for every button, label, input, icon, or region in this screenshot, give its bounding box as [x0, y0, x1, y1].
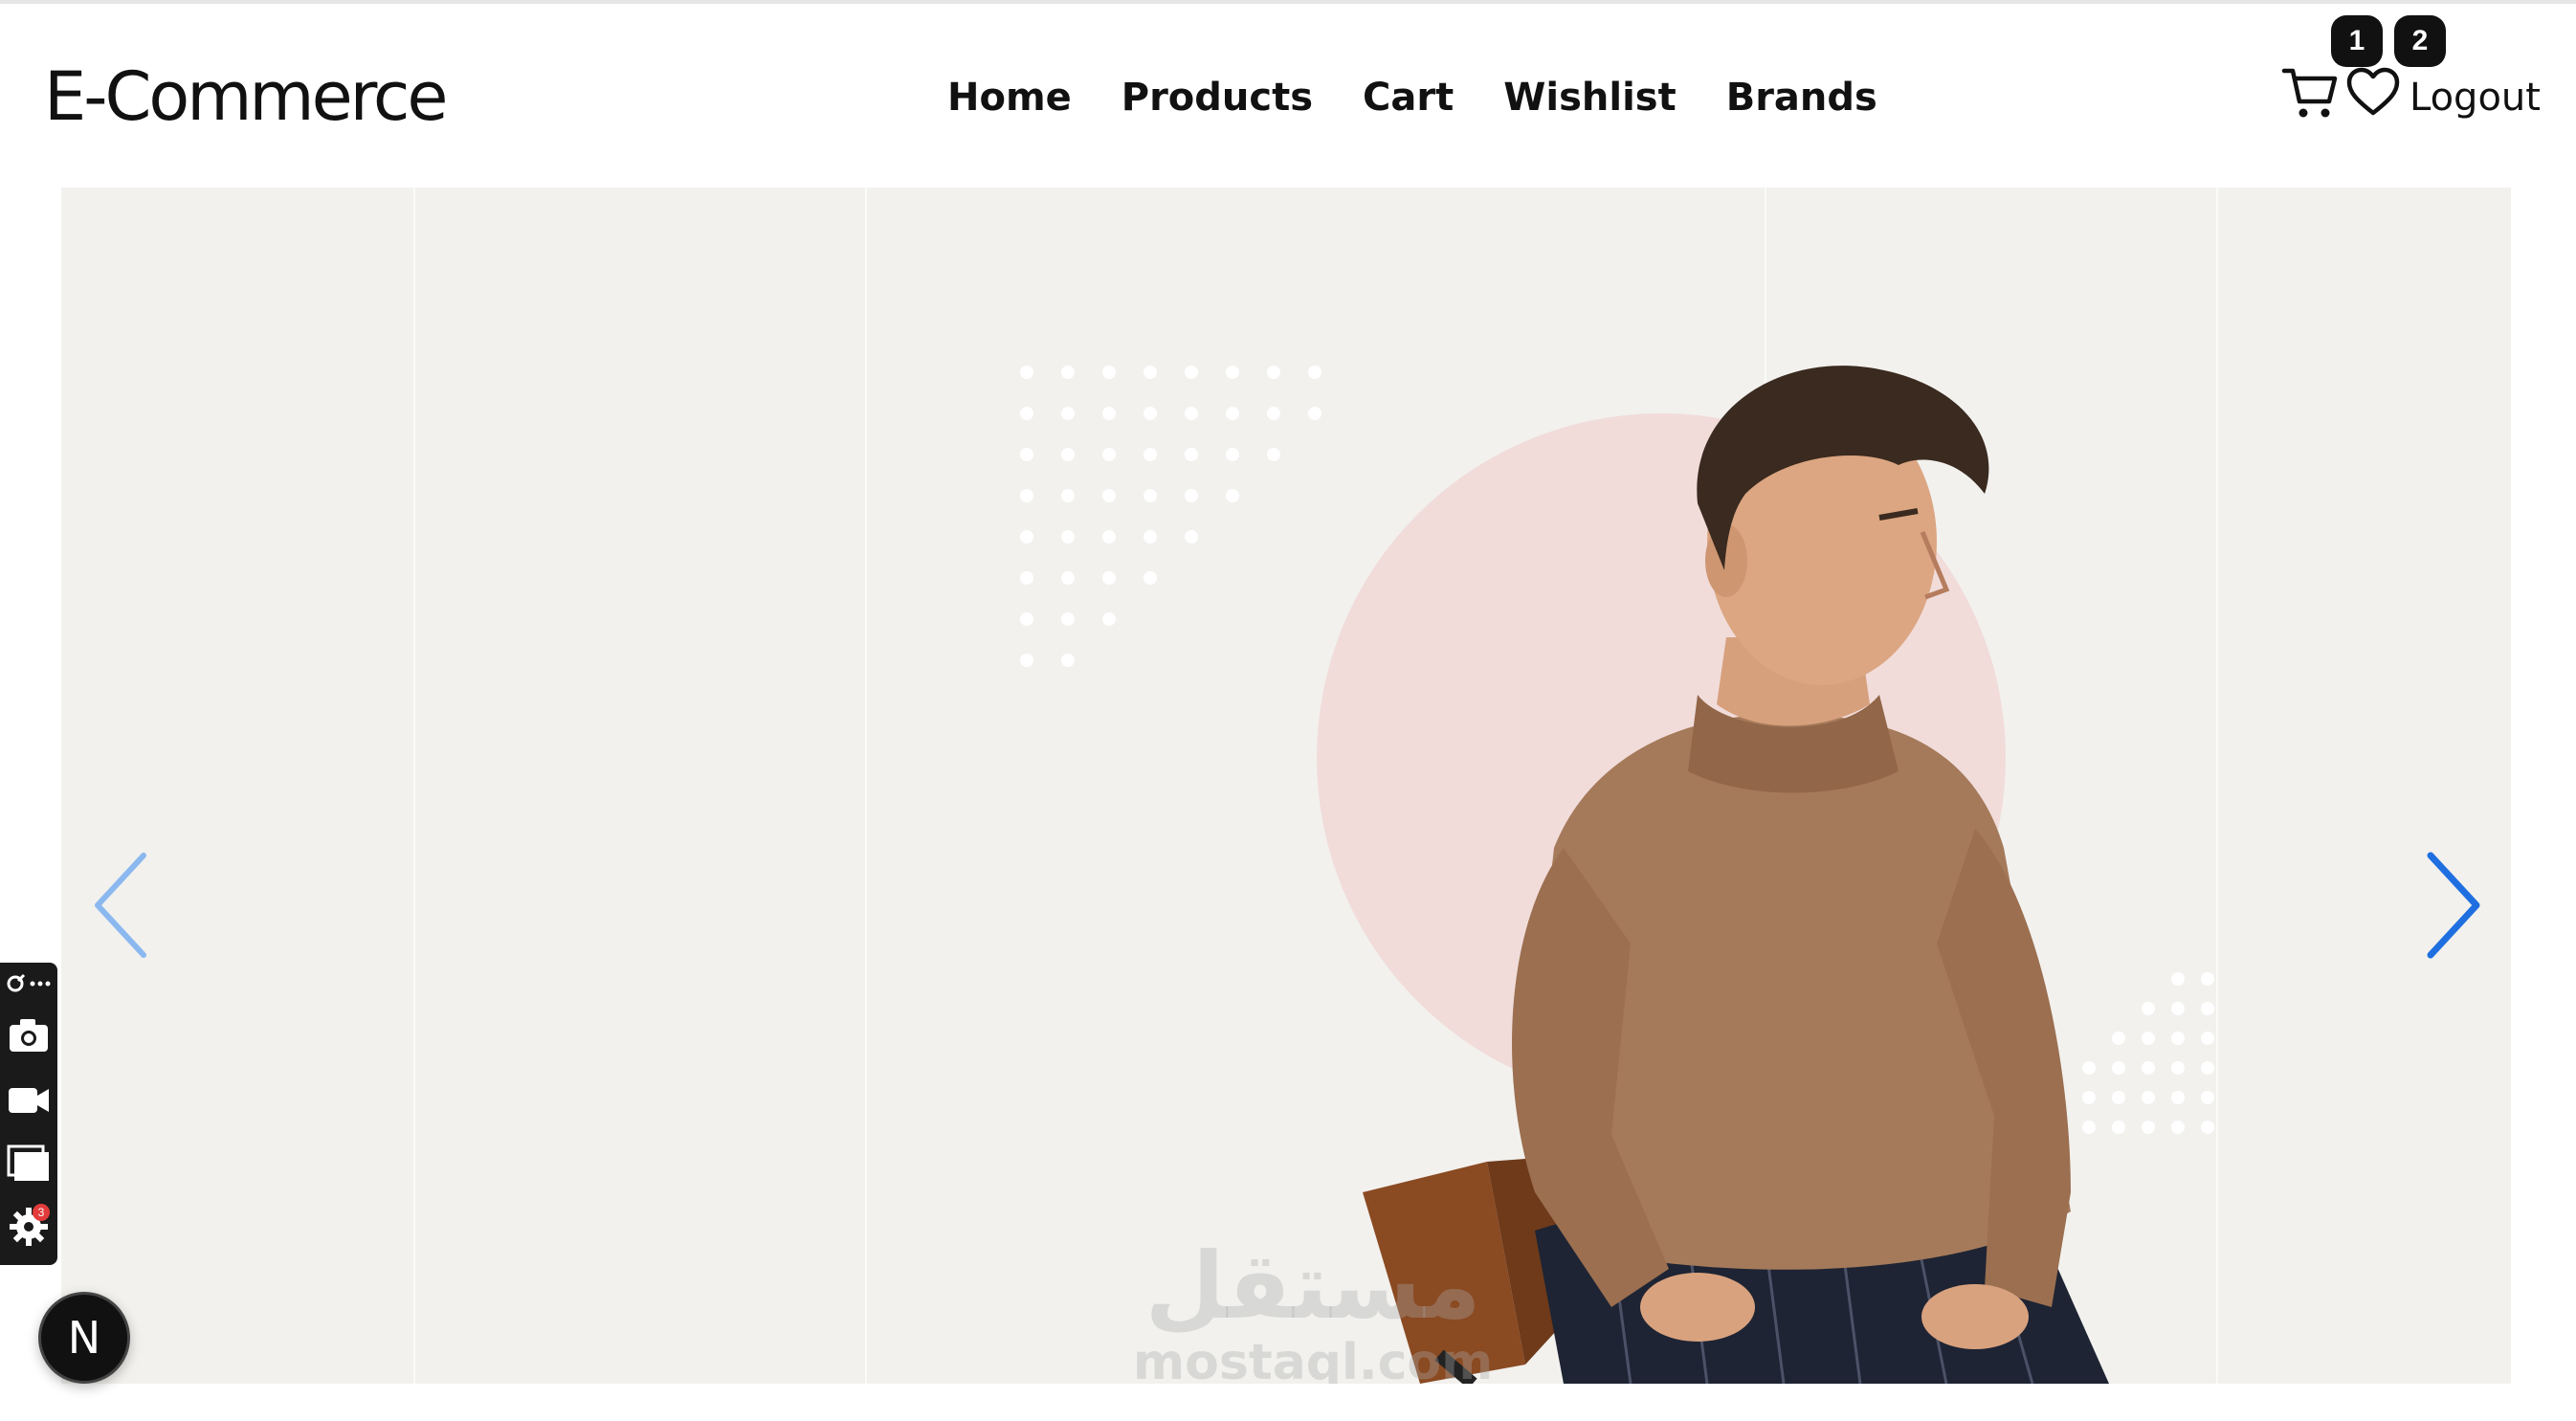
- pattern-dot: [1061, 366, 1075, 379]
- pattern-dot: [1061, 489, 1075, 502]
- nav-link-home[interactable]: Home: [947, 78, 1072, 117]
- devtools-toolbar: 3: [0, 963, 57, 1265]
- hero-model-image: [1363, 366, 2109, 1384]
- pattern-dot: [1226, 448, 1239, 461]
- nav-link-brands[interactable]: Brands: [1726, 78, 1877, 117]
- video-camera-icon: [9, 1088, 49, 1113]
- pattern-dot: [1185, 407, 1198, 420]
- screenshot-button[interactable]: [6, 1012, 52, 1058]
- pattern-dot: [1020, 489, 1033, 502]
- record-button[interactable]: [6, 1077, 52, 1123]
- pattern-dot: [1185, 448, 1198, 461]
- watermark-arabic: مستقل: [1144, 1232, 1481, 1340]
- pattern-dot: [1061, 571, 1075, 585]
- watermark: مستقل mostaql.com: [1133, 1240, 1493, 1384]
- cart-icon[interactable]: [2281, 65, 2339, 121]
- pattern-dot: [1144, 366, 1157, 379]
- hero-slider: مستقل mostaql.com: [61, 188, 2511, 1384]
- pattern-dot: [1226, 366, 1239, 379]
- chevron-right-icon[interactable]: [2413, 848, 2490, 963]
- pattern-dot: [1020, 366, 1033, 379]
- cart-count-badge: 1: [2331, 15, 2383, 67]
- nav-link-products[interactable]: Products: [1121, 78, 1313, 117]
- heart-icon[interactable]: [2346, 67, 2400, 117]
- nav-link-cart[interactable]: Cart: [1363, 78, 1454, 117]
- pattern-dot: [1020, 571, 1033, 585]
- copy-icon: [7, 1144, 49, 1181]
- chevron-left-icon[interactable]: [84, 848, 161, 963]
- pattern-dot: [1102, 571, 1116, 585]
- pattern-dot: [1144, 448, 1157, 461]
- link-icon: [7, 973, 51, 992]
- pattern-dot: [1061, 654, 1075, 667]
- pattern-dot: [1102, 407, 1116, 420]
- pattern-dot: [1102, 530, 1116, 544]
- nav-actions: 1 2 Logout: [2247, 15, 2541, 140]
- slide-divider: [413, 188, 415, 1384]
- settings-button[interactable]: 3: [6, 1204, 52, 1250]
- pattern-dot: [1102, 366, 1116, 379]
- pattern-dot: [1061, 530, 1075, 544]
- windows-button[interactable]: [6, 1141, 52, 1187]
- nav-link-wishlist[interactable]: Wishlist: [1503, 78, 1676, 117]
- pattern-dot: [1020, 530, 1033, 544]
- pattern-dot: [1226, 407, 1239, 420]
- nextjs-devtools-button[interactable]: N: [38, 1292, 130, 1384]
- pattern-dot: [1102, 489, 1116, 502]
- watermark-latin: mostaql.com: [1133, 1334, 1494, 1384]
- pattern-dot: [1185, 530, 1198, 544]
- wishlist-count-badge: 2: [2394, 15, 2446, 67]
- pattern-dot: [1020, 654, 1033, 667]
- pattern-dot: [1144, 530, 1157, 544]
- navbar: E-Commerce Home Products Cart Wishlist B…: [0, 4, 2576, 186]
- pattern-dot: [1144, 489, 1157, 502]
- pattern-dot: [1061, 612, 1075, 626]
- brand-logo[interactable]: E-Commerce: [44, 63, 448, 130]
- devtools-menu[interactable]: [6, 965, 52, 1003]
- camera-icon: [10, 1019, 48, 1052]
- pattern-dot: [1226, 489, 1239, 502]
- pattern-dot: [1185, 366, 1198, 379]
- pattern-dot: [1102, 448, 1116, 461]
- logout-link[interactable]: Logout: [2409, 78, 2541, 117]
- settings-badge: 3: [33, 1204, 50, 1221]
- main-nav: Home Products Cart Wishlist Brands: [947, 78, 1877, 117]
- pattern-dot: [1061, 407, 1075, 420]
- slide-divider: [865, 188, 867, 1384]
- pattern-dot: [1102, 612, 1116, 626]
- pattern-dot: [1144, 571, 1157, 585]
- pattern-dot: [1144, 407, 1157, 420]
- pattern-dot: [1020, 612, 1033, 626]
- pattern-dot: [1020, 448, 1033, 461]
- pattern-dot: [1020, 407, 1033, 420]
- pattern-dot: [1061, 448, 1075, 461]
- pattern-dot: [1185, 489, 1198, 502]
